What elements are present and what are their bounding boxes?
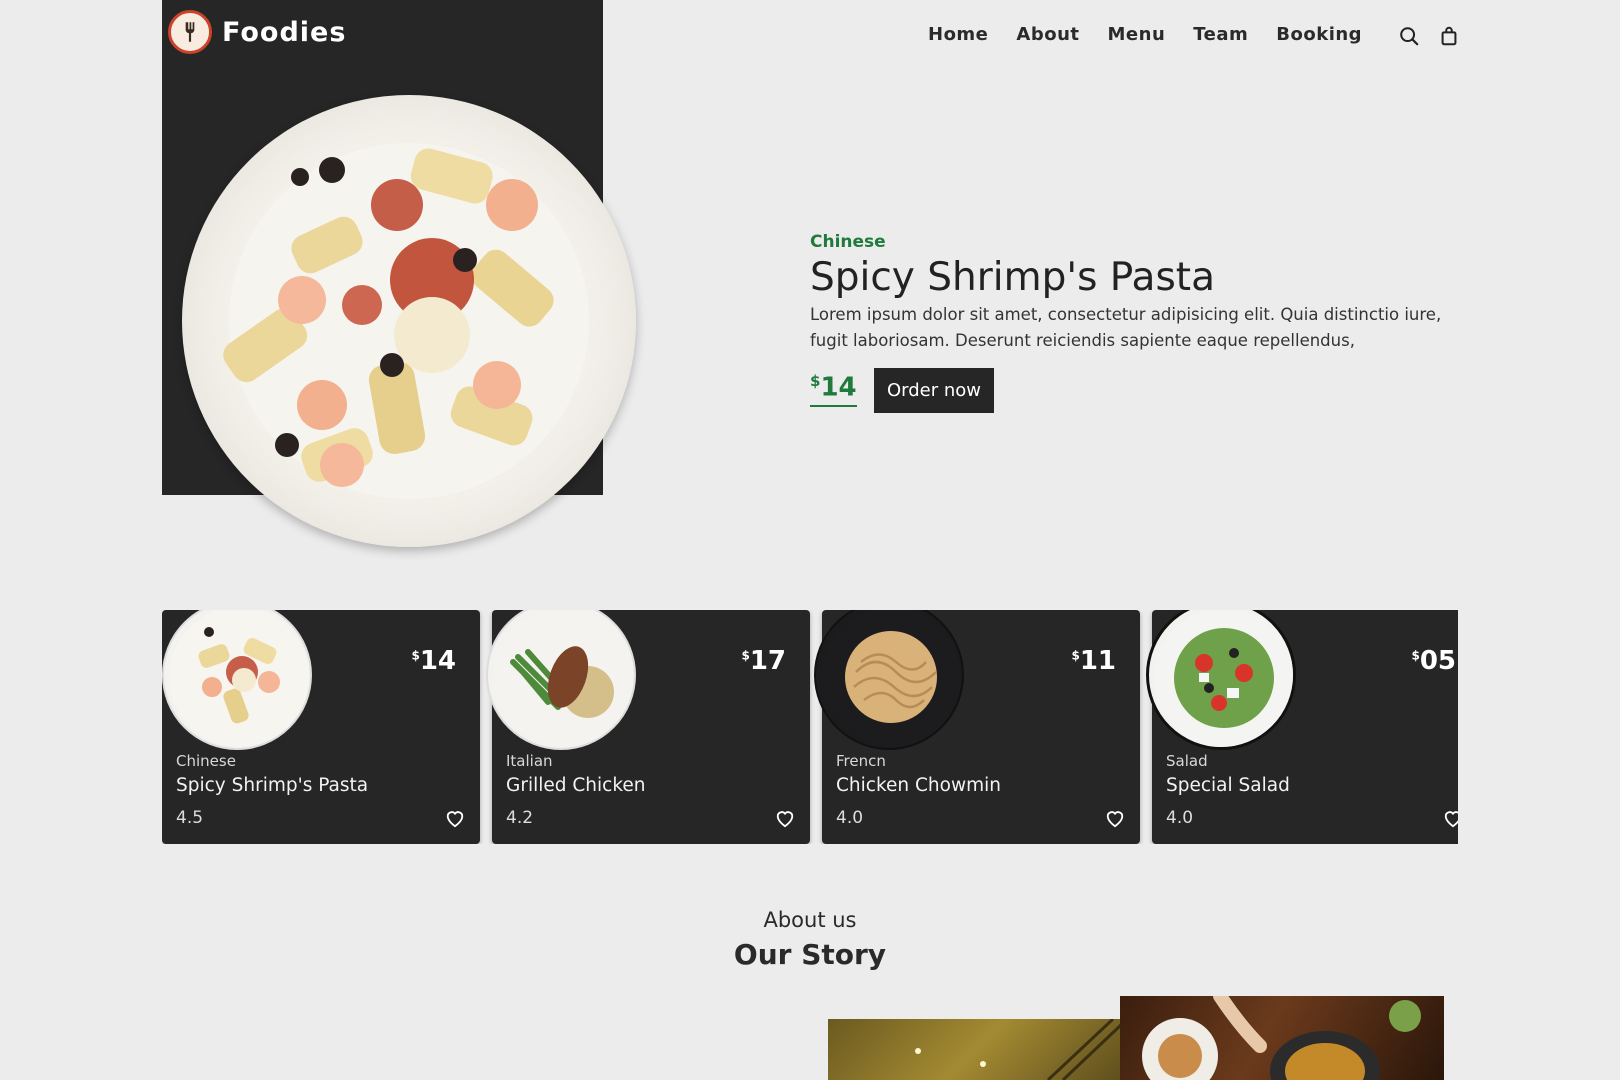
dish-category: Frencn [836,752,886,770]
logo[interactable]: Foodies [168,10,346,54]
hero-price: $14 [810,372,857,407]
nav-menu[interactable]: Menu [1108,24,1166,45]
dish-name: Chicken Chowmin [836,775,1001,796]
dish-name: Spicy Shrimp's Pasta [176,775,369,796]
search-icon[interactable] [1398,25,1420,47]
dish-rating: 4.0 [836,808,864,828]
heart-icon[interactable] [444,808,466,828]
about-label: About us [763,908,857,932]
dish-thumbnail [162,610,312,750]
dish-category: Italian [506,752,553,770]
restaurant-interior-photo [828,1019,1122,1080]
hero-category: Chinese [810,232,886,252]
main-nav: Home About Menu Team Booking [928,24,1362,45]
shopping-bag-icon[interactable] [1438,25,1460,47]
hero-dish-image [182,95,636,547]
price-value: 17 [749,646,786,676]
dish-rating: 4.5 [176,808,204,828]
about-title: Our Story [733,938,887,971]
currency-symbol: $ [1411,648,1420,663]
dish-card[interactable]: $05 Salad Special Salad 4.0 [1146,610,1458,844]
dish-name: Special Salad [1166,775,1290,796]
dish-name: Grilled Chicken [506,775,646,796]
heart-icon[interactable] [1442,808,1458,828]
nav-team[interactable]: Team [1193,24,1248,45]
dish-price: $14 [411,646,456,676]
price-value: 05 [1419,646,1456,676]
dishes-table-photo [1120,996,1444,1080]
dish-rating: 4.0 [1166,808,1194,828]
dish-thumbnail [814,610,964,750]
dish-category: Chinese [176,752,236,770]
dish-carousel: $14 Chinese Spicy Shrimp's Pasta 4.5 $17… [162,610,1458,844]
price-value: 14 [419,646,456,676]
nav-booking[interactable]: Booking [1276,24,1362,45]
dish-card[interactable]: $11 Frencn Chicken Chowmin 4.0 [814,610,1140,844]
price-value: 14 [820,372,857,403]
heart-icon[interactable] [774,808,796,828]
price-value: 11 [1079,646,1116,676]
nav-home[interactable]: Home [928,24,988,45]
dish-card[interactable]: $14 Chinese Spicy Shrimp's Pasta 4.5 [162,610,480,844]
dish-price: $05 [1411,646,1456,676]
dish-thumbnail [1146,610,1296,750]
currency-symbol: $ [810,372,821,390]
order-now-button[interactable]: Order now [874,368,994,413]
currency-symbol: $ [1071,648,1080,663]
fork-icon [168,10,212,54]
dish-thumbnail [486,610,636,750]
hero-title: Spicy Shrimp's Pasta [810,255,1215,300]
dish-rating: 4.2 [506,808,534,828]
dish-price: $17 [741,646,786,676]
dish-card[interactable]: $17 Italian Grilled Chicken 4.2 [486,610,810,844]
currency-symbol: $ [741,648,750,663]
header-actions [1398,25,1460,47]
hero-description: Lorem ipsum dolor sit amet, consectetur … [810,305,1442,350]
dish-price: $11 [1071,646,1116,676]
currency-symbol: $ [411,648,420,663]
heart-icon[interactable] [1104,808,1126,828]
brand-name: Foodies [222,16,347,48]
dish-category: Salad [1166,752,1208,770]
nav-about[interactable]: About [1016,24,1079,45]
